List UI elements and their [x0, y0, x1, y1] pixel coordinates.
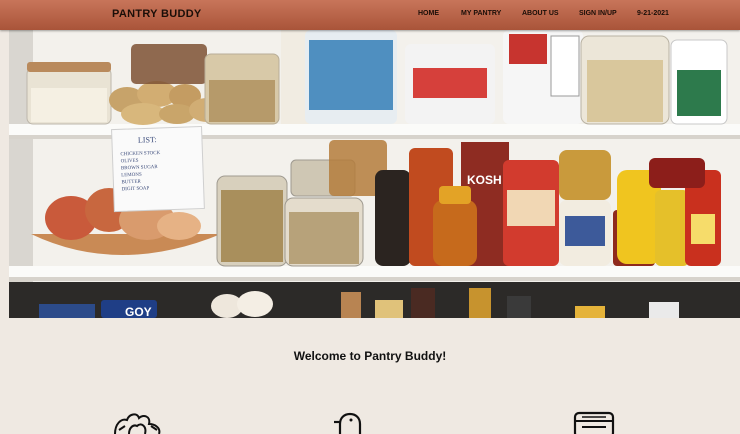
nav-date: 9-21-2021 [637, 10, 669, 17]
goya-label: GOY [125, 305, 152, 318]
top-nav-bar: PANTRY BUDDY HOME MY PANTRY ABOUT US SIG… [0, 0, 740, 30]
nav-my-pantry-link[interactable]: MY PANTRY [461, 10, 501, 17]
duck-icon-svg [334, 412, 362, 434]
kosher-label: KOSH [467, 173, 502, 187]
nav-sign-in-link[interactable]: SIGN IN/UP [579, 10, 617, 17]
vegetables-icon[interactable] [111, 410, 175, 434]
oven-icon[interactable] [572, 410, 616, 434]
note-title: LIST: [138, 135, 157, 145]
note-line-4: LEMONS [121, 173, 142, 179]
nav-about-us-link[interactable]: ABOUT US [522, 10, 559, 17]
welcome-heading: Welcome to Pantry Buddy! [293, 349, 447, 363]
note-line-2: OLIVES [121, 159, 139, 165]
shopping-list-note: LIST: CHICKEN STOCK OLIVES BROWN SUGAR L… [111, 125, 205, 213]
pantry-shelves-illustration: LIST: CHICKEN STOCK OLIVES BROWN SUGAR L… [9, 30, 740, 318]
nav-home-link[interactable]: HOME [418, 10, 439, 17]
main-nav: HOME MY PANTRY ABOUT US SIGN IN/UP 9-21-… [0, 10, 740, 22]
hero-pantry-image: LIST: CHICKEN STOCK OLIVES BROWN SUGAR L… [9, 30, 740, 318]
note-line-5: BUTTER [121, 180, 141, 186]
note-line-6: DIGIT SOAP [122, 186, 150, 192]
duck-icon[interactable] [330, 410, 366, 434]
vegetables-icon-svg [114, 413, 161, 434]
oven-icon-svg [573, 411, 615, 434]
